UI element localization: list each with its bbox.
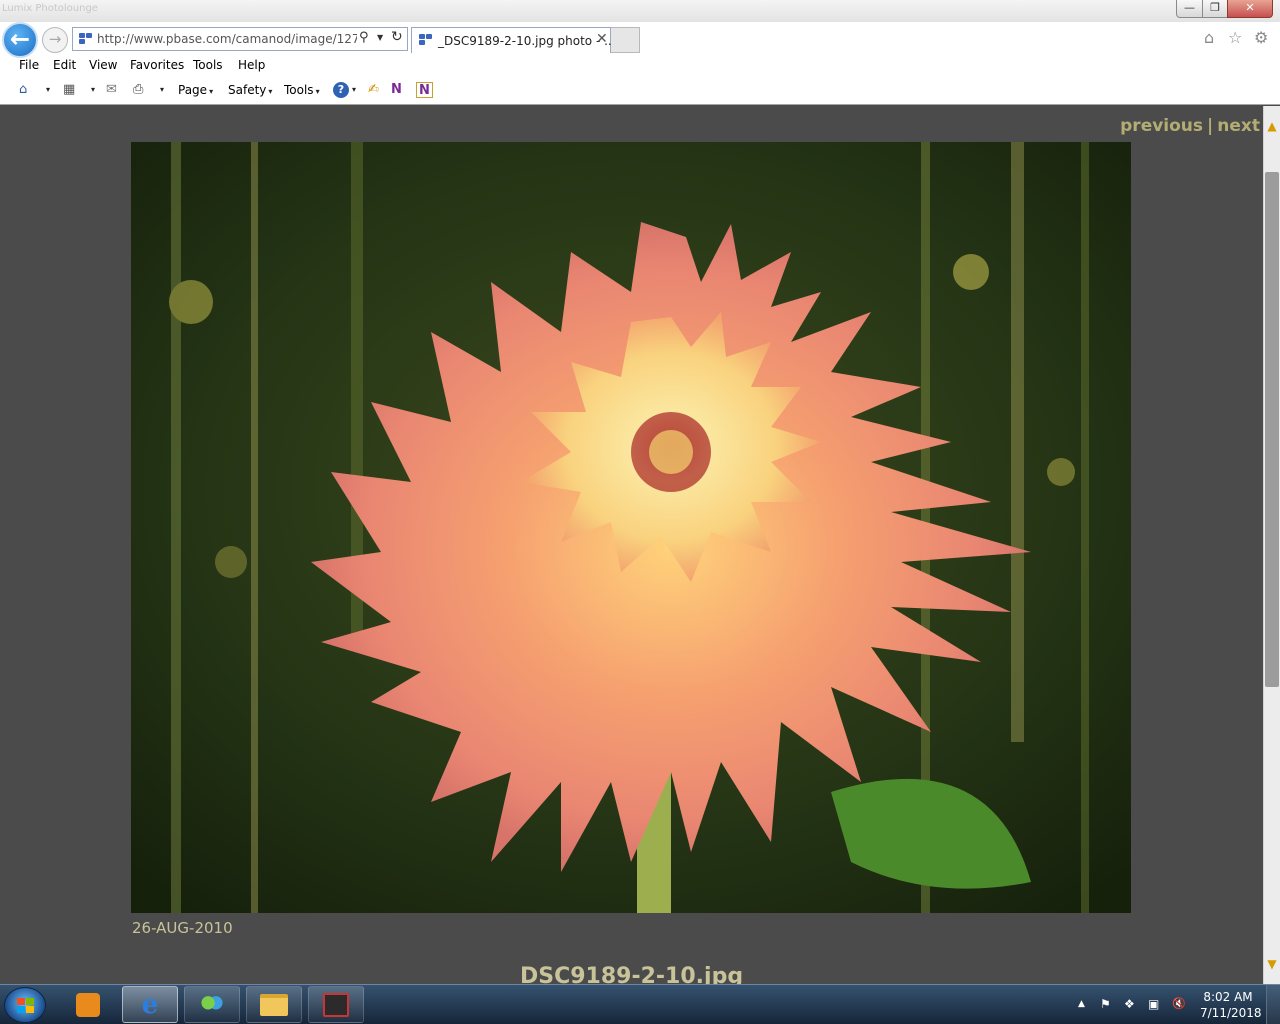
print-dropdown-icon[interactable]: ▾ <box>160 82 164 98</box>
show-hidden-icons[interactable]: ▲ <box>1078 999 1085 1009</box>
page-caret-icon: ▾ <box>209 87 214 96</box>
pager-separator: | <box>1207 116 1214 136</box>
menu-edit[interactable]: Edit <box>53 58 76 72</box>
forward-button[interactable]: → <box>42 27 68 53</box>
home-icon[interactable]: ⌂ <box>1204 28 1214 47</box>
safety-caret-icon: ▾ <box>268 87 273 96</box>
home-icon[interactable]: ⌂ <box>19 82 27 98</box>
feeds-dropdown-icon[interactable]: ▾ <box>91 82 95 98</box>
clock-time[interactable]: 8:02 AM <box>1200 990 1256 1004</box>
messenger-taskbar-button[interactable] <box>184 986 240 1023</box>
mail-icon[interactable]: ✉ <box>106 82 117 98</box>
address-dropdown-icon[interactable]: ▼ <box>377 33 383 42</box>
minimize-button[interactable]: — <box>1176 0 1203 18</box>
safety-menu-button[interactable]: Safety ▾ <box>228 83 272 97</box>
restore-button[interactable]: ❐ <box>1202 0 1228 18</box>
menu-file[interactable]: File <box>19 58 39 72</box>
send-to-onenote-icon[interactable]: N <box>391 82 402 98</box>
tools-menu-label: Tools <box>284 83 314 97</box>
page-menu-button[interactable]: Page ▾ <box>178 83 213 97</box>
address-url[interactable]: http://www.pbase.com/camanod/image/12786… <box>97 32 357 46</box>
folder-icon <box>260 994 288 1016</box>
research-icon[interactable]: ✍ <box>368 82 379 98</box>
page-viewport: previous | next 26-AUG-2010 DSC9189-2-10… <box>0 106 1263 984</box>
home-dropdown-icon[interactable]: ▾ <box>46 82 50 98</box>
scroll-up-arrow-icon[interactable]: ▲ <box>1264 118 1280 134</box>
command-bar: ⌂ ▾ ▦ ▾ ✉ ⎙ ▾ Page ▾ Safety ▾ Tools ▾ ? ▾ ✍… <box>0 78 1280 104</box>
browser-toolbar-icons: ⌂ ☆ ⚙ <box>1204 28 1276 48</box>
internet-explorer-taskbar-button[interactable]: e <box>122 986 178 1023</box>
browser-tab[interactable]: _DSC9189-2-10.jpg photo - ... ✕ <box>411 27 616 53</box>
refresh-icon[interactable]: ↻ <box>391 29 403 45</box>
dahlia-photo <box>131 142 1131 913</box>
vertical-scrollbar[interactable]: ▲ ▼ <box>1263 106 1280 984</box>
window-title: Lumix Photolounge <box>2 3 98 14</box>
menu-favorites[interactable]: Favorites <box>130 58 184 72</box>
menu-bar: File Edit View Favorites Tools Help <box>0 55 1280 77</box>
photo-viewer-taskbar-button[interactable] <box>308 986 364 1023</box>
settings-gear-icon[interactable]: ⚙ <box>1254 28 1268 47</box>
file-explorer-taskbar-button[interactable] <box>246 986 302 1023</box>
new-tab-button[interactable] <box>611 27 640 53</box>
volume-muted-icon[interactable]: 🔇 <box>1172 997 1186 1010</box>
print-icon[interactable]: ⎙ <box>133 82 143 98</box>
media-player-icon <box>76 993 100 1017</box>
next-link[interactable]: next <box>1217 116 1260 136</box>
internet-explorer-icon: e <box>141 990 159 1020</box>
scroll-thumb[interactable] <box>1265 172 1279 687</box>
tools-caret-icon: ▾ <box>315 87 320 96</box>
media-player-taskbar-button[interactable] <box>62 986 114 1023</box>
dropbox-icon[interactable]: ❖ <box>1124 997 1135 1011</box>
start-button[interactable] <box>4 987 46 1023</box>
network-icon[interactable]: ▣ <box>1148 997 1159 1011</box>
photo-title: DSC9189-2-10.jpg <box>520 964 744 984</box>
previous-link[interactable]: previous <box>1120 116 1203 136</box>
taskbar: e ▲ ⚑ ❖ ▣ 🔇 8:02 AM 7/11/2018 <box>0 984 1280 1024</box>
menu-view[interactable]: View <box>89 58 117 72</box>
help-icon[interactable]: ? <box>333 82 349 98</box>
address-bar[interactable]: http://www.pbase.com/camanod/image/12786… <box>72 27 408 51</box>
system-tray: ▲ ⚑ ❖ ▣ 🔇 8:02 AM 7/11/2018 <box>1070 985 1280 1024</box>
image-pager: previous | next <box>1120 116 1260 136</box>
browser-chrome: Lumix Photolounge — ❐ ✕ ← → http://www.p… <box>0 0 1280 105</box>
photo-date: 26-AUG-2010 <box>132 919 233 937</box>
scroll-down-arrow-icon[interactable]: ▼ <box>1264 956 1280 972</box>
safety-menu-label: Safety <box>228 83 267 97</box>
clock-date[interactable]: 7/11/2018 <box>1200 1006 1262 1020</box>
help-dropdown-icon[interactable]: ▾ <box>352 82 356 98</box>
messenger-icon <box>199 994 225 1016</box>
tab-favicon-icon <box>419 34 433 46</box>
tab-title[interactable]: _DSC9189-2-10.jpg photo - ... <box>438 34 616 48</box>
site-favicon-icon <box>79 33 93 45</box>
windows-logo-icon <box>17 998 35 1014</box>
tools-menu-button[interactable]: Tools ▾ <box>284 83 320 97</box>
action-center-flag-icon[interactable]: ⚑ <box>1100 997 1111 1011</box>
eye-icon <box>323 993 349 1017</box>
back-button[interactable]: ← <box>2 22 38 58</box>
show-desktop-button[interactable] <box>1266 985 1280 1024</box>
feeds-icon[interactable]: ▦ <box>63 82 75 98</box>
menu-help[interactable]: Help <box>238 58 265 72</box>
onenote-linked-notes-icon[interactable]: N <box>416 82 433 98</box>
close-window-button[interactable]: ✕ <box>1227 0 1273 18</box>
search-icon[interactable]: ⚲ <box>359 30 369 45</box>
page-menu-label: Page <box>178 83 208 97</box>
close-tab-icon[interactable]: ✕ <box>596 31 608 47</box>
title-bar: Lumix Photolounge — ❐ ✕ <box>0 0 1280 22</box>
menu-tools[interactable]: Tools <box>193 58 223 72</box>
favorites-star-icon[interactable]: ☆ <box>1228 28 1242 47</box>
